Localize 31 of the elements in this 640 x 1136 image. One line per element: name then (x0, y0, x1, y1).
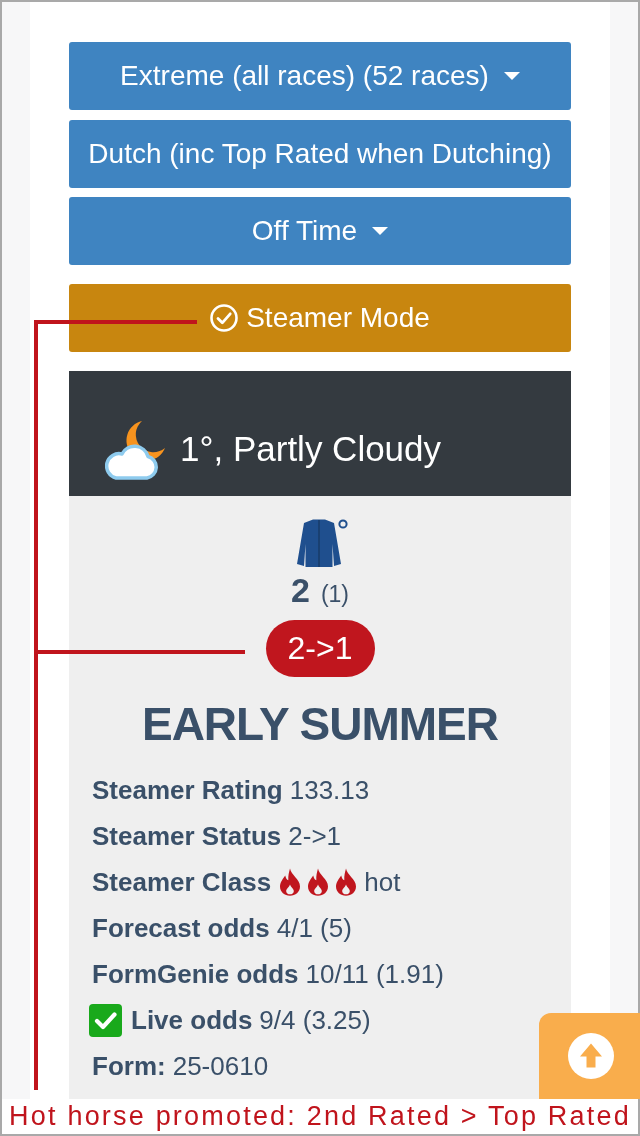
dropdown-button[interactable]: Off Time (69, 197, 571, 265)
mode-button[interactable]: Steamer Mode (69, 284, 571, 352)
runner-number: 2 (290, 572, 310, 608)
detail-value: 133.13 (289, 774, 370, 806)
status-badge: 2->1 (265, 620, 375, 677)
detail-label: Steamer Status (92, 820, 282, 852)
annotation-caption: Hot horse promoted: 2nd Rated > Top Rated (2, 1099, 638, 1134)
detail-label: Live odds (131, 1004, 253, 1036)
detail-label: Steamer Rating (92, 774, 283, 806)
scroll-top-button[interactable] (539, 1013, 640, 1099)
detail-label: Steamer Class (92, 866, 272, 898)
flame-icon (335, 868, 358, 896)
dropdown-button[interactable]: Extreme (all races) (52 races) (69, 42, 571, 110)
filter-button[interactable]: Dutch (inc Top Rated when Dutching) (69, 120, 571, 188)
detail-value: 25-0610 (172, 1050, 269, 1082)
caret-icon (372, 227, 389, 235)
detail-value: 4/1 (5) (276, 912, 352, 944)
detail-label: Form: (92, 1050, 166, 1082)
weather-text: 1°, Partly Cloudy (180, 428, 442, 469)
caret-icon (503, 72, 520, 80)
arrow-up-icon (567, 1033, 614, 1079)
detail-label: FormGenie odds (92, 958, 299, 990)
detail-label: Forecast odds (92, 912, 270, 944)
horse-name: EARLY SUMMER (141, 698, 499, 750)
flame-icon (307, 868, 330, 896)
detail-value: 10/11 (1.91) (305, 958, 444, 990)
detail-value: 2->1 (288, 820, 342, 852)
flame-icon (279, 868, 302, 896)
detail-value: hot (364, 866, 401, 898)
draw-number: (1) (320, 581, 349, 608)
detail-value: 9/4 (3.25) (259, 1004, 371, 1036)
